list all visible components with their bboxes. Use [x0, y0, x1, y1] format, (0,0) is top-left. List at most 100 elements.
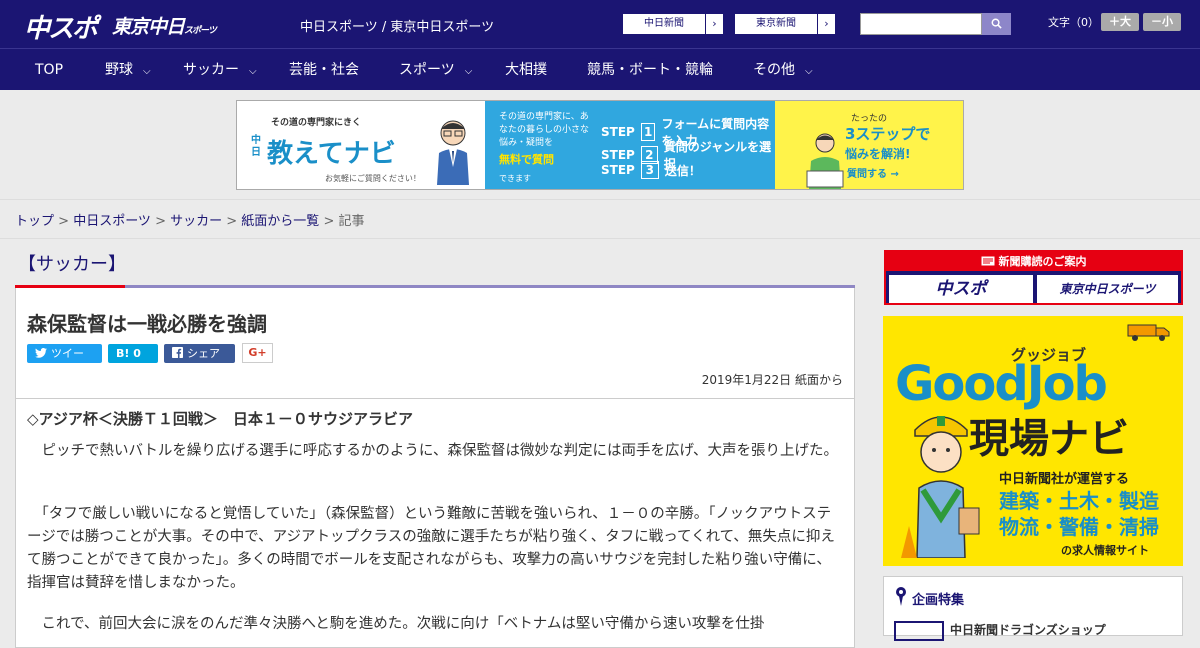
- goodjob-title: GoodJob: [895, 356, 1108, 412]
- nav-item-sports[interactable]: スポーツ ⌵: [399, 49, 472, 91]
- banner-name: 教えてナビ: [267, 139, 396, 169]
- step-label: STEP: [601, 163, 635, 177]
- top-header: 中スポ 東京中日スポーツ 中日スポーツ / 東京中日スポーツ 中日新聞 › 東京…: [0, 0, 1200, 48]
- nav-label: 芸能・社会: [289, 62, 359, 78]
- breadcrumb-sep: >: [319, 214, 339, 229]
- goodjob-navi-ad[interactable]: グッジョブ GoodJob 現場ナビ 中日新聞社が運営する 建築・土木・製造 物…: [883, 316, 1183, 566]
- tokyo-chunichi-logo[interactable]: 東京中日スポーツ: [112, 12, 217, 39]
- step-text: 送信！: [664, 163, 701, 178]
- article-divider: [16, 398, 854, 399]
- oshiete-navi-banner[interactable]: その道の専門家にきく 中日 教えてナビ お気軽にご質問ください！ その道の専門家…: [236, 100, 964, 190]
- subscribe-tokyo-chunichi-button[interactable]: 東京中日スポーツ: [1037, 275, 1178, 303]
- feature-thumbnail[interactable]: [894, 621, 944, 641]
- font-size-label: 文字（0）: [1048, 16, 1099, 29]
- article-body: 森保監督は一戦必勝を強調 ツイート B! 0 シェア 0 G+ 2019年1月2…: [15, 288, 855, 648]
- google-plus-button[interactable]: G+: [242, 343, 273, 363]
- banner-chunichi: 中日: [251, 135, 261, 158]
- nav-label: 野球: [105, 62, 133, 78]
- chuspo-logo[interactable]: 中スポ: [24, 8, 98, 45]
- breadcrumb-top[interactable]: トップ: [15, 214, 54, 229]
- goodjob-site: の求人情報サイト: [1061, 544, 1149, 557]
- nav-item-other[interactable]: その他 ⌵: [753, 49, 813, 91]
- article-paragraph: ピッチで熱いバトルを繰り広げる選手に呼応するかのように、森保監督は微妙な判定には…: [27, 443, 838, 459]
- article-headline: 森保監督は一戦必勝を強調: [27, 312, 267, 336]
- tweet-button[interactable]: ツイート: [27, 344, 102, 379]
- breadcrumb-current: 記事: [338, 214, 365, 229]
- nav-item-racing[interactable]: 競馬・ボート・競輪: [587, 49, 713, 91]
- step-num: 3: [640, 161, 659, 179]
- subscription-box: 新聞購読のご案内 中スポ 東京中日スポーツ: [884, 250, 1183, 305]
- search-button[interactable]: [982, 13, 1011, 35]
- tokyo-logo-small: スポーツ: [184, 26, 217, 36]
- hatena-bookmark-button[interactable]: B! 0: [108, 344, 158, 363]
- banner-can: できます: [499, 174, 531, 183]
- nav-label: その他: [753, 62, 795, 78]
- nav-item-top[interactable]: TOP: [35, 49, 63, 91]
- article-date: 2019年1月22日 紙面から: [701, 373, 843, 387]
- chevron-right-icon: ›: [705, 14, 723, 34]
- font-bigger-button[interactable]: ＋大: [1101, 13, 1139, 31]
- chevron-down-icon: ⌵: [143, 66, 151, 77]
- banner-desc: その道の専門家に、あなたの暮らしの小さな悩み・疑問を: [499, 112, 590, 148]
- search-input[interactable]: [860, 13, 982, 35]
- goodjob-categories: 建築・土木・製造 物流・警備・清掃: [999, 488, 1159, 540]
- breadcrumb: トップ > 中日スポーツ > サッカー > 紙面から一覧 > 記事: [15, 210, 365, 229]
- banner-middle: その道の専門家に、あなたの暮らしの小さな悩み・疑問を 無料で質問 できます ST…: [485, 101, 775, 189]
- banner-three-steps: 3ステップで: [845, 125, 931, 143]
- step-label: STEP: [601, 125, 635, 139]
- chevron-down-icon: ⌵: [805, 66, 813, 77]
- nav-item-baseball[interactable]: 野球 ⌵: [105, 49, 151, 91]
- article-paragraph: 「タフで厳しい戦いになると覚悟していた」（森保監督）という難敵に苦戦を強いられ、…: [27, 506, 835, 591]
- nav-item-soccer[interactable]: サッカー ⌵: [183, 49, 257, 91]
- genba-navi-title: 現場ナビ: [969, 416, 1129, 462]
- person-laptop-icon: [806, 133, 844, 189]
- nav-label: スポーツ: [399, 62, 455, 78]
- chevron-right-icon: ›: [817, 14, 835, 34]
- breadcrumb-chunichi-sports[interactable]: 中日スポーツ: [73, 214, 151, 229]
- banner-step-3: STEP 3 送信！: [601, 161, 701, 179]
- goodjob-desc: 中日新聞社が運営する: [999, 472, 1130, 487]
- breadcrumb-sep: >: [54, 214, 74, 229]
- banner-ask-button[interactable]: 質問する →: [847, 165, 899, 180]
- subscription-header: 新聞購読のご案内: [886, 252, 1181, 271]
- breadcrumb-sep: >: [150, 214, 171, 229]
- site-title: 中日スポーツ / 東京中日スポーツ: [300, 20, 495, 35]
- tokyo-logo-text: 東京中日: [112, 16, 185, 38]
- facebook-icon: [172, 347, 183, 358]
- banner-tagline: その道の専門家にきく: [271, 118, 362, 128]
- breadcrumb-paper-list[interactable]: 紙面から一覧: [241, 214, 319, 229]
- expert-illustration-icon: [437, 120, 469, 185]
- feature-section: 企画特集 中日新聞ドラゴンズショップ: [883, 576, 1183, 641]
- subscription-header-label: 新聞購読のご案内: [998, 255, 1087, 268]
- breadcrumb-divider: [0, 238, 1200, 239]
- subscribe-chuspo-button[interactable]: 中スポ: [889, 275, 1033, 303]
- twitter-bird-icon: [35, 347, 47, 358]
- chunichi-shimbun-link[interactable]: 中日新聞 ›: [622, 13, 724, 35]
- nav-label: サッカー: [183, 62, 239, 78]
- banner-subtitle: お気軽にご質問ください！: [325, 174, 421, 183]
- truck-icon: [1127, 324, 1170, 341]
- feature-title: 企画特集: [912, 593, 965, 608]
- breadcrumb-soccer[interactable]: サッカー: [170, 214, 222, 229]
- article-subhead: ◇アジア杯＜決勝Ｔ１回戦＞ 日本１－０サウジアラビア: [27, 410, 413, 428]
- nav-item-entertainment[interactable]: 芸能・社会: [289, 49, 359, 91]
- ext-link-label: 東京新聞: [756, 18, 796, 29]
- tokyo-shimbun-link[interactable]: 東京新聞 ›: [734, 13, 836, 35]
- breadcrumb-sep: >: [222, 214, 242, 229]
- article-category: 【サッカー】: [18, 254, 126, 275]
- banner-right: たったの 3ステップで 悩みを解消! 質問する →: [775, 101, 963, 189]
- nav-item-sumo[interactable]: 大相撲: [505, 49, 547, 91]
- font-smaller-button[interactable]: －小: [1143, 13, 1181, 31]
- banner-left: その道の専門家にきく 中日 教えてナビ お気軽にご質問ください！: [237, 101, 485, 189]
- nav-label: 大相撲: [505, 62, 547, 78]
- newspaper-icon: [981, 256, 994, 266]
- banner-solve: 悩みを解消!: [845, 147, 911, 161]
- nav-label: TOP: [35, 62, 64, 78]
- chevron-down-icon: ⌵: [249, 66, 257, 77]
- chevron-down-icon: ⌵: [464, 66, 473, 77]
- banner-free: 無料で質問: [499, 153, 554, 166]
- ext-link-label: 中日新聞: [644, 18, 684, 29]
- goodjob-categories-line2: 物流・警備・清掃: [999, 515, 1159, 539]
- main-nav: TOP 野球 ⌵ サッカー ⌵ 芸能・社会 スポーツ ⌵ 大相撲 競馬・ボート・競輪 …: [0, 48, 1200, 90]
- facebook-share-button[interactable]: シェア 0: [164, 344, 235, 379]
